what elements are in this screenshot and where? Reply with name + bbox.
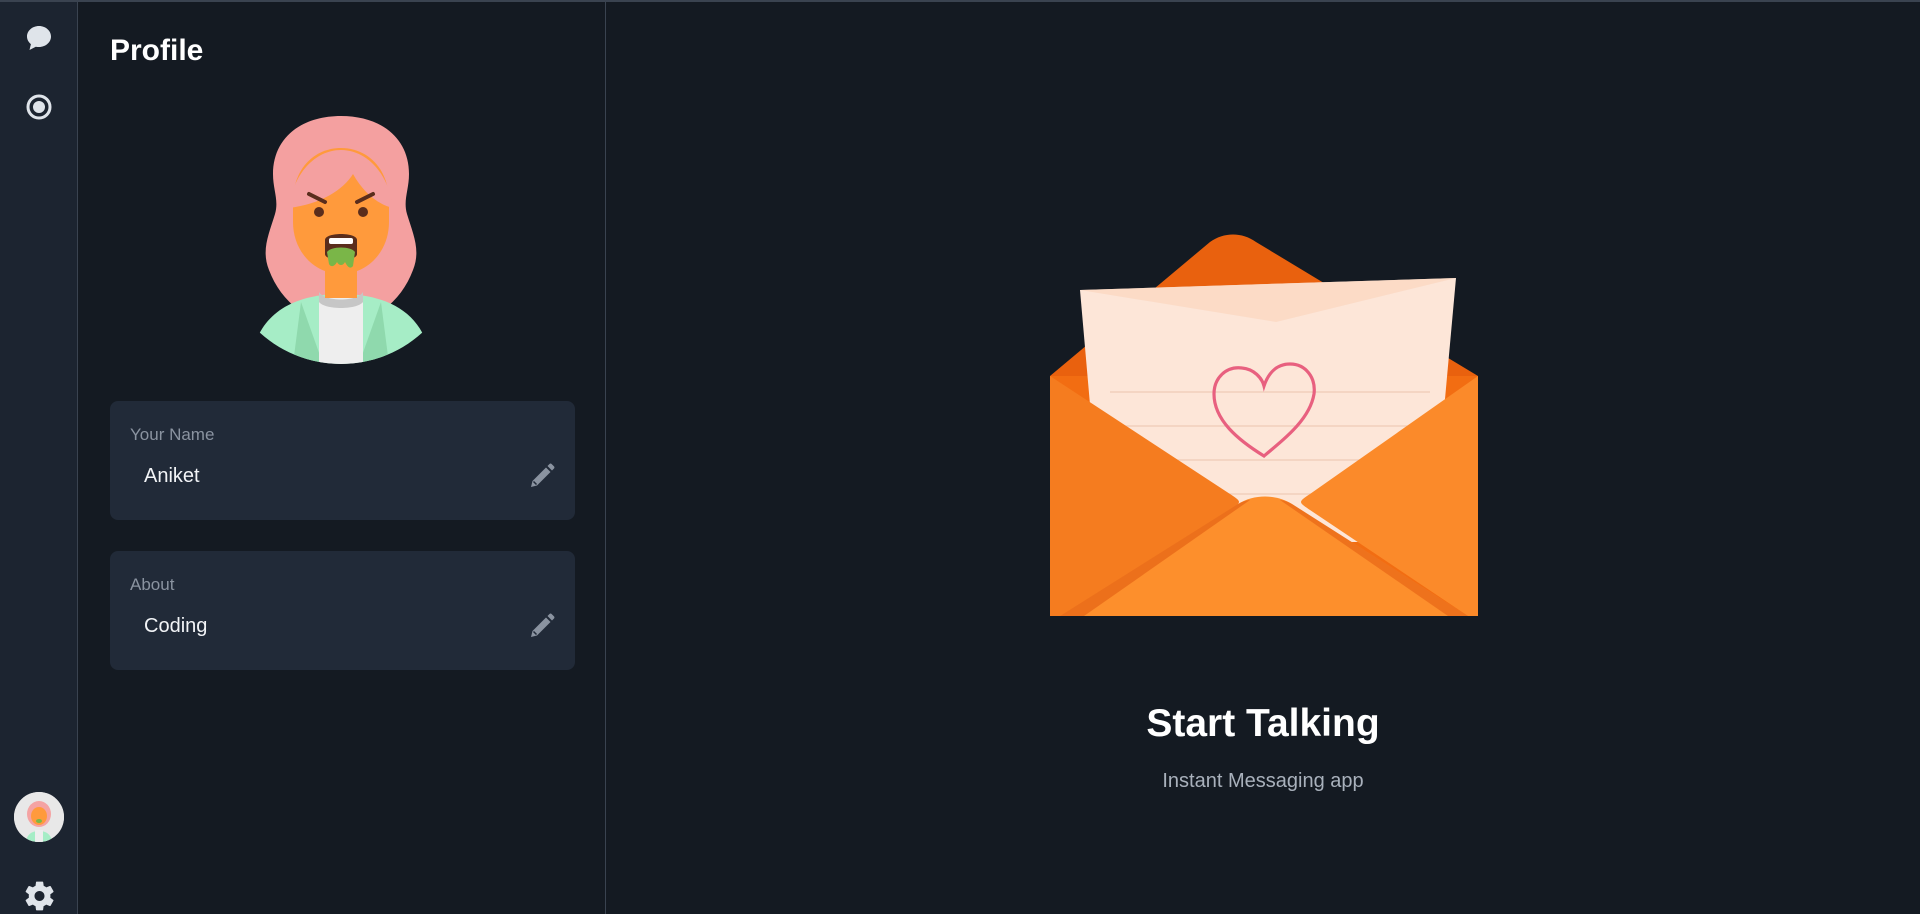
chats-button[interactable] [21, 20, 57, 56]
welcome-subtitle: Instant Messaging app [1162, 770, 1364, 792]
name-value: Aniket [144, 465, 200, 487]
page-title: Profile [110, 34, 204, 67]
name-label: Your Name [130, 425, 215, 444]
about-card: About Coding [110, 551, 575, 670]
welcome-title: Start Talking [1146, 702, 1380, 745]
settings-icon [25, 881, 54, 911]
profile-avatar[interactable] [231, 112, 451, 364]
edit-about-button[interactable] [527, 611, 557, 641]
love-letter-icon [1050, 234, 1478, 616]
about-label: About [130, 575, 175, 594]
profile-avatar-illustration [251, 116, 431, 364]
pencil-icon [531, 613, 555, 637]
chat-bubble-icon [27, 26, 51, 50]
about-value: Coding [144, 615, 208, 637]
pencil-icon [531, 463, 555, 487]
nav-rail [0, 2, 78, 914]
status-icon [26, 94, 52, 120]
user-avatar-button[interactable] [14, 792, 64, 842]
edit-name-button[interactable] [527, 461, 557, 491]
envelope-illustration [1040, 222, 1490, 622]
settings-button[interactable] [21, 878, 57, 914]
avatar [14, 792, 64, 842]
status-button[interactable] [21, 89, 57, 125]
welcome-pane: Start Talking Instant Messaging app [606, 2, 1920, 914]
profile-panel: Profile Your Name Aniket About Coding [79, 2, 606, 914]
name-card: Your Name Aniket [110, 401, 575, 520]
